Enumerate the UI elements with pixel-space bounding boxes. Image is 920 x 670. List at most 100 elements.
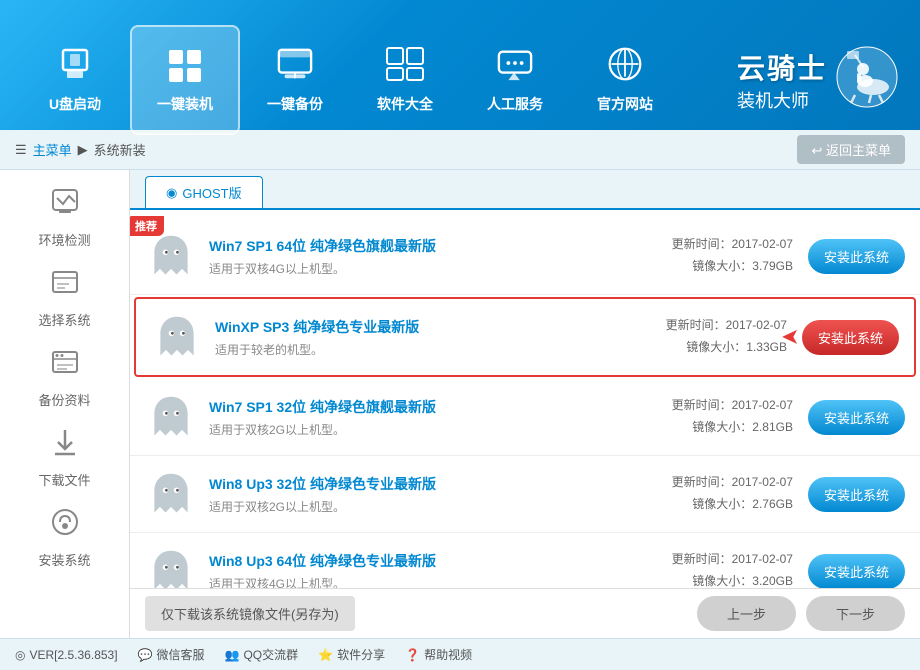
os-info-5: Win8 Up3 64位 纯净绿色专业最新版 适用于双核4G以上机型。 — [209, 551, 672, 589]
help-item[interactable]: ❓ 帮助视频 — [405, 646, 472, 663]
logo-area: 云骑士 装机大师 — [737, 45, 900, 115]
software-icon — [385, 46, 425, 88]
nav-backup[interactable]: 一键备份 — [240, 25, 350, 135]
logo-subtitle: 装机大师 — [737, 87, 827, 113]
tab-ghost[interactable]: ◉ GHOST版 — [145, 176, 263, 208]
sidebar-item-backup[interactable]: 备份资料 — [15, 340, 115, 415]
prev-button[interactable]: 上一步 — [697, 596, 796, 631]
install-btn-1[interactable]: 安装此系统 — [808, 239, 905, 274]
os-desc-3: 适用于双核2G以上机型。 — [209, 421, 672, 438]
back-button[interactable]: ↩ 返回主菜单 — [797, 135, 905, 164]
tab-bar: ◉ GHOST版 — [130, 170, 920, 210]
wechat-item[interactable]: 💬 微信客服 — [138, 646, 205, 663]
nav-buttons: 上一步 下一步 — [697, 596, 905, 631]
sidebar-item-select[interactable]: 选择系统 — [15, 260, 115, 335]
nav-onekey[interactable]: 一键装机 — [130, 25, 240, 135]
os-desc-4: 适用于双核2G以上机型。 — [209, 498, 672, 515]
bottom-bar: 仅下载该系统镜像文件(另存为) 上一步 下一步 — [130, 588, 920, 638]
software-share-label: 软件分享 — [337, 646, 385, 663]
os-update-4: 更新时间：2017-02-07 — [672, 472, 793, 494]
os-size-3: 镜像大小：2.81GB — [672, 417, 793, 439]
breadcrumb-menu-icon: ☰ — [15, 142, 27, 158]
backup-icon — [275, 46, 315, 88]
arrow-indicator: ➤ — [781, 324, 799, 350]
qq-label: QQ交流群 — [243, 646, 298, 663]
os-desc-2: 适用于较老的机型。 — [215, 341, 666, 358]
ghost-tab-label: GHOST版 — [182, 183, 241, 202]
version-icon: ◎ — [15, 648, 25, 662]
website-label: 官方网站 — [597, 94, 653, 114]
os-info-4: Win8 Up3 32位 纯净绿色专业最新版 适用于双核2G以上机型。 — [209, 474, 672, 515]
onekey-icon — [165, 46, 205, 88]
breadcrumb-menu[interactable]: 主菜单 — [33, 140, 72, 159]
os-desc-1: 适用于双核4G以上机型。 — [209, 260, 672, 277]
sidebar-item-install[interactable]: 安装系统 — [15, 500, 115, 575]
env-icon — [49, 186, 81, 225]
software-label: 软件大全 — [377, 94, 433, 114]
usb-icon — [55, 46, 95, 88]
os-meta-2: 更新时间：2017-02-07 镜像大小：1.33GB — [666, 315, 787, 358]
breadcrumb-separator: ▶ — [78, 142, 88, 158]
software-item[interactable]: ⭐ 软件分享 — [318, 646, 385, 663]
os-size-5: 镜像大小：3.20GB — [672, 571, 793, 588]
os-item-4: Win8 Up3 32位 纯净绿色专业最新版 适用于双核2G以上机型。 更新时间… — [130, 456, 920, 533]
sidebar-item-download[interactable]: 下载文件 — [15, 420, 115, 495]
os-update-3: 更新时间：2017-02-07 — [672, 395, 793, 417]
wechat-icon: 💬 — [138, 648, 153, 662]
ghost-icon-5 — [145, 545, 197, 588]
download-only-button[interactable]: 仅下载该系统镜像文件(另存为) — [145, 596, 355, 631]
os-size-2: 镜像大小：1.33GB — [666, 337, 787, 359]
os-meta-1: 更新时间：2017-02-07 镜像大小：3.79GB — [672, 234, 793, 277]
os-item-3: Win7 SP1 32位 纯净绿色旗舰最新版 适用于双核2G以上机型。 更新时间… — [130, 379, 920, 456]
breadcrumb-current: 系统新装 — [94, 140, 146, 159]
install-btn-3[interactable]: 安装此系统 — [808, 400, 905, 435]
download-icon — [49, 426, 81, 465]
backup-label: 一键备份 — [267, 94, 323, 114]
backup-sidebar-icon — [49, 346, 81, 385]
sidebar: 环境检测 选择系统 — [0, 170, 130, 638]
ghost-icon-2 — [151, 311, 203, 363]
ghost-icon-1 — [145, 230, 197, 282]
nav-service[interactable]: 人工服务 — [460, 25, 570, 135]
os-meta-4: 更新时间：2017-02-07 镜像大小：2.76GB — [672, 472, 793, 515]
os-meta-5: 更新时间：2017-02-07 镜像大小：3.20GB — [672, 549, 793, 588]
os-name-3[interactable]: Win7 SP1 32位 纯净绿色旗舰最新版 — [209, 397, 672, 417]
service-label: 人工服务 — [487, 94, 543, 114]
os-update-2: 更新时间：2017-02-07 — [666, 315, 787, 337]
logo-title: 云骑士 — [737, 47, 827, 87]
os-list: 推荐 Win7 SP1 64位 纯净绿色旗舰最新版 适用于双核4G以上机型。 — [130, 210, 920, 588]
next-button[interactable]: 下一步 — [806, 596, 905, 631]
wechat-label: 微信客服 — [157, 646, 205, 663]
os-desc-5: 适用于双核4G以上机型。 — [209, 575, 672, 589]
nav-software[interactable]: 软件大全 — [350, 25, 460, 135]
install-btn-5[interactable]: 安装此系统 — [808, 554, 905, 589]
os-info-2: WinXP SP3 纯净绿色专业最新版 适用于较老的机型。 — [215, 317, 666, 358]
header-nav: U盘启动 一键装机 — [20, 25, 737, 135]
select-label: 选择系统 — [38, 310, 90, 329]
install-btn-4[interactable]: 安装此系统 — [808, 477, 905, 512]
ghost-tab-icon: ◉ — [166, 185, 177, 201]
nav-usb[interactable]: U盘启动 — [20, 25, 130, 135]
version-label: ◎ VER[2.5.36.853] — [15, 648, 118, 662]
os-info-1: Win7 SP1 64位 纯净绿色旗舰最新版 适用于双核4G以上机型。 — [209, 236, 672, 277]
usb-label: U盘启动 — [49, 94, 101, 114]
os-update-1: 更新时间：2017-02-07 — [672, 234, 793, 256]
os-meta-3: 更新时间：2017-02-07 镜像大小：2.81GB — [672, 395, 793, 438]
logo-knight-icon — [835, 45, 900, 110]
sidebar-item-env[interactable]: 环境检测 — [15, 180, 115, 255]
website-icon — [605, 46, 645, 88]
os-update-5: 更新时间：2017-02-07 — [672, 549, 793, 571]
os-name-1[interactable]: Win7 SP1 64位 纯净绿色旗舰最新版 — [209, 236, 672, 256]
help-icon: ❓ — [405, 648, 420, 662]
qq-item[interactable]: 👥 QQ交流群 — [225, 646, 299, 663]
qq-icon: 👥 — [225, 648, 240, 662]
os-name-2[interactable]: WinXP SP3 纯净绿色专业最新版 — [215, 317, 666, 337]
install-icon — [49, 506, 81, 545]
os-item-5: Win8 Up3 64位 纯净绿色专业最新版 适用于双核4G以上机型。 更新时间… — [130, 533, 920, 588]
env-label: 环境检测 — [38, 230, 90, 249]
os-name-5[interactable]: Win8 Up3 64位 纯净绿色专业最新版 — [209, 551, 672, 571]
nav-website[interactable]: 官方网站 — [570, 25, 680, 135]
install-btn-2[interactable]: 安装此系统 — [802, 320, 899, 355]
os-name-4[interactable]: Win8 Up3 32位 纯净绿色专业最新版 — [209, 474, 672, 494]
breadcrumb-bar: ☰ 主菜单 ▶ 系统新装 ↩ 返回主菜单 — [0, 130, 920, 170]
